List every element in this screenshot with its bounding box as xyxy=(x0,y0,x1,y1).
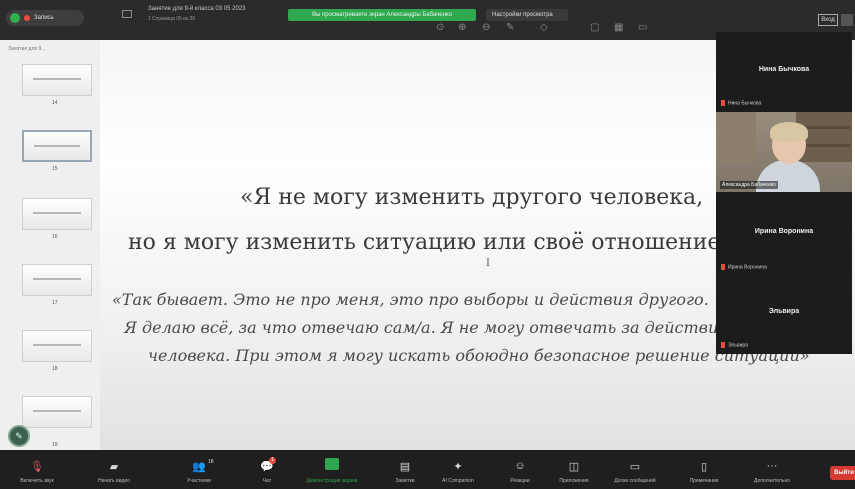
mic-muted-icon xyxy=(721,100,725,106)
slide-thumbnail[interactable] xyxy=(22,198,92,230)
mic-off-icon: 🎙 xyxy=(30,461,44,473)
shape-icon[interactable]: ◇ xyxy=(540,22,548,33)
copy-icon[interactable]: ▢ xyxy=(590,22,599,33)
zoom-out-icon[interactable]: ⊖ xyxy=(482,22,490,33)
slide-thumbnail-active[interactable] xyxy=(22,130,92,162)
notes-button[interactable]: ▤ Заметки xyxy=(382,450,428,489)
whiteboards-button[interactable]: ▭ Доски сообщений xyxy=(604,450,666,489)
quote-heading-line1: «Я не могу изменить другого человека, xyxy=(240,185,704,210)
slide-number: 16 xyxy=(52,234,58,240)
whiteboard-icon: ▭ xyxy=(629,461,641,473)
chat-button[interactable]: 💬 1 Чат xyxy=(244,450,290,489)
slide-number: 18 xyxy=(52,366,58,372)
slide-thumbnail-panel: Занятие для 9... 14 15 16 17 18 19 xyxy=(0,40,100,450)
slide-thumbnail[interactable] xyxy=(22,64,92,96)
zoom-in-icon[interactable]: ⊕ xyxy=(458,22,466,33)
apps-button[interactable]: ◫ Приложения xyxy=(546,450,602,489)
reactions-button[interactable]: ☺ Реакции xyxy=(498,450,542,489)
participant-count: 18 xyxy=(208,459,214,465)
unmute-button[interactable]: 🎙 Включить звук xyxy=(6,450,68,489)
quote-body-line2: Я делаю всё, за что отвечаю сам/а. Я не … xyxy=(124,318,729,337)
ai-sparkle-icon: ✦ xyxy=(453,461,463,473)
ai-companion-button[interactable]: ✦ AI Companion xyxy=(428,450,488,489)
annotate-icon[interactable]: ✎ xyxy=(506,22,514,33)
slide-number: 17 xyxy=(52,300,58,306)
annotations-button[interactable]: ▯ Примечания xyxy=(674,450,734,489)
more-button[interactable]: ··· Дополнительно xyxy=(740,450,804,489)
timer-icon[interactable]: ⊙ xyxy=(436,22,444,33)
document-subtitle: 1 Страница 05 из 30 xyxy=(148,16,196,22)
share-banner: Вы просматриваете экран Александры Бабач… xyxy=(288,9,476,21)
quote-body-line3: человека. При этом я могу искать обоюдно… xyxy=(148,346,810,365)
record-dot-icon xyxy=(24,15,30,21)
zoom-shield-icon xyxy=(10,13,20,23)
grid-icon[interactable]: ▦ xyxy=(614,22,623,33)
panel-title: Занятие для 9... xyxy=(8,46,46,52)
slide-thumbnail[interactable] xyxy=(22,330,92,362)
text-cursor-icon: I xyxy=(486,258,490,269)
participant-name: Нина Бычкова xyxy=(758,66,810,73)
start-video-button[interactable]: ▰ Начать видео xyxy=(84,450,144,489)
participants-panel: Нина Бычкова Нина Бычкова Александра Баб… xyxy=(716,32,852,354)
participant-label: Эльвира xyxy=(721,342,748,348)
slide-number: 14 xyxy=(52,100,58,106)
more-dots-icon: ··· xyxy=(766,460,778,472)
participant-label: Нина Бычкова xyxy=(721,100,761,106)
mic-muted-icon xyxy=(721,264,725,270)
slide-number: 15 xyxy=(52,166,58,172)
chat-badge: 1 xyxy=(269,457,276,464)
slide-thumbnail[interactable] xyxy=(22,396,92,428)
share-screen-icon xyxy=(325,458,339,470)
mic-muted-icon xyxy=(721,342,725,348)
annotation-pen-icon[interactable]: ✎ xyxy=(8,425,30,447)
quote-heading-line2: но я могу изменить ситуацию или своё отн… xyxy=(128,230,721,255)
slide-thumbnail[interactable] xyxy=(22,264,92,296)
document-title: Занятие для 9-й класса 03 05 2023 xyxy=(148,6,246,12)
participant-label: Ирина Воронина xyxy=(721,264,767,270)
layout-icon[interactable] xyxy=(841,14,853,26)
apps-icon: ◫ xyxy=(568,461,580,473)
recording-indicator[interactable]: Запись xyxy=(6,10,84,26)
reactions-icon: ☺ xyxy=(514,460,526,472)
participant-name: Эльвира xyxy=(768,308,800,315)
meeting-toolbar: 🎙 Включить звук ▰ Начать видео 👥 18 Учас… xyxy=(0,450,855,489)
video-off-icon: ▰ xyxy=(109,461,119,473)
quote-body-line1: «Так бывает. Это не про меня, это про вы… xyxy=(112,290,709,309)
login-button[interactable]: Вход xyxy=(818,14,838,26)
view-settings-button[interactable]: Настройки просмотра xyxy=(486,9,568,21)
chat-icon: 💬 xyxy=(260,461,274,473)
share-screen-button[interactable]: Демонстрация экрана xyxy=(296,450,368,489)
leave-button[interactable]: Выйти xyxy=(830,466,855,480)
person-hair xyxy=(770,122,808,142)
participant-video-tile[interactable]: Александра Бабаченко xyxy=(716,112,852,192)
participants-button[interactable]: 👥 18 Участники xyxy=(172,450,226,489)
panel-toggle-icon[interactable] xyxy=(122,10,132,18)
document-icon: ▯ xyxy=(700,461,708,473)
slide-number: 19 xyxy=(52,442,58,448)
participants-icon: 👥 xyxy=(192,461,206,473)
participant-name: Ирина Воронина xyxy=(754,228,814,235)
video-name-label: Александра Бабаченко xyxy=(720,181,778,189)
recording-label: Запись xyxy=(34,15,54,21)
notes-icon: ▤ xyxy=(399,461,411,473)
slideshow-icon[interactable]: ▭ xyxy=(638,22,647,33)
